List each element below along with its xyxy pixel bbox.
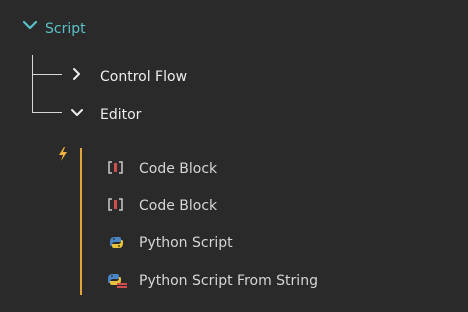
list-item-code-block[interactable]: Code Block (106, 194, 217, 218)
lightning-icon (58, 146, 68, 161)
list-item-code-block[interactable]: Code Block (106, 157, 217, 181)
tree-connector-vertical (32, 55, 33, 113)
node-control-flow-label[interactable]: Control Flow (100, 68, 187, 86)
code-block-icon (106, 197, 128, 215)
code-block-icon (106, 160, 128, 178)
chevron-down-icon[interactable] (70, 105, 84, 119)
tree-connector-editor (32, 112, 62, 113)
chevron-right-icon[interactable] (70, 66, 84, 80)
item-label: Python Script (139, 235, 233, 251)
category-script-label[interactable]: Script (45, 20, 86, 38)
group-accent-bar (80, 148, 82, 295)
list-item-python-script-from-string[interactable]: Python Script From String (106, 269, 318, 293)
list-item-python-script[interactable]: Python Script (106, 231, 233, 255)
item-label: Code Block (139, 161, 218, 177)
node-editor-label[interactable]: Editor (100, 106, 141, 124)
chevron-down-icon[interactable] (20, 18, 40, 32)
item-label: Code Block (139, 198, 218, 214)
item-label: Python Script From String (139, 273, 318, 289)
tree-connector-control-flow (32, 74, 62, 75)
python-string-icon (106, 272, 128, 290)
python-icon (106, 234, 128, 252)
